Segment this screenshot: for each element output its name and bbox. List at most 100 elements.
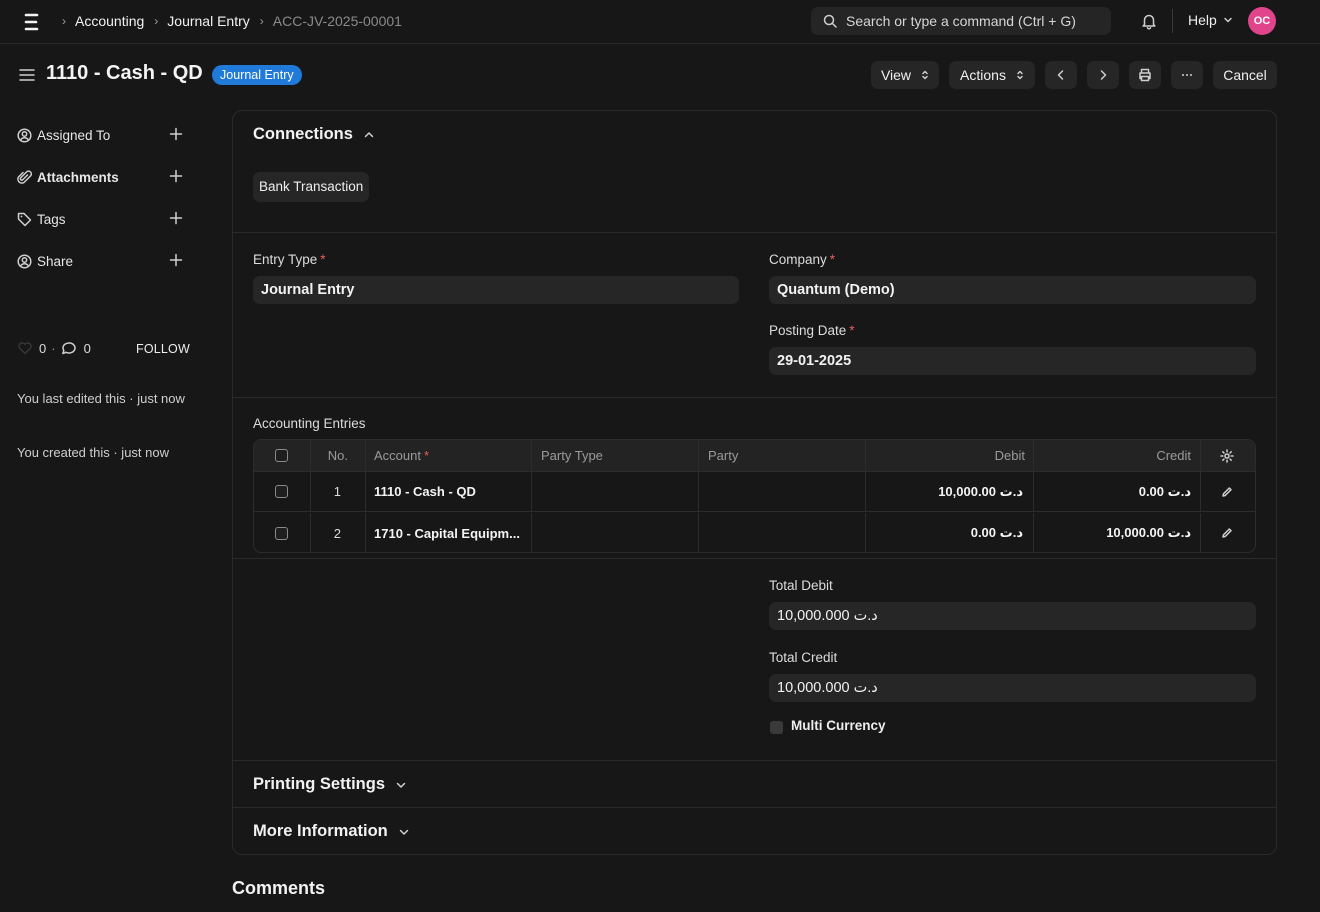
multi-currency-label[interactable]: Multi Currency: [791, 718, 886, 733]
gear-icon: [1220, 448, 1234, 463]
total-credit-field: 10,000.000 د.ت: [769, 674, 1256, 702]
search-input[interactable]: Search or type a command (Ctrl + G): [811, 7, 1111, 35]
updown-chevron-icon: [1017, 70, 1023, 80]
row-checkbox[interactable]: [275, 472, 289, 511]
chevron-down-icon: [1224, 17, 1232, 23]
sidebar-item-label: Share: [37, 253, 74, 269]
row-credit[interactable]: 0.00 د.ت: [1033, 472, 1191, 511]
breadcrumb: › Accounting › Journal Entry › ACC-JV-20…: [58, 0, 402, 42]
app-logo-icon[interactable]: [24, 12, 40, 32]
posting-date-label: Posting Date *: [769, 323, 855, 338]
row-account[interactable]: 1110 - Cash - QD: [374, 472, 524, 511]
company-field[interactable]: Quantum (Demo): [769, 276, 1256, 304]
bank-transaction-link[interactable]: Bank Transaction: [253, 172, 370, 202]
plus-icon[interactable]: [169, 211, 183, 225]
printer-icon: [1139, 68, 1151, 82]
row-credit[interactable]: 10,000.00 د.ت: [1033, 513, 1191, 552]
sidebar-item-label: Attachments: [37, 169, 119, 185]
row-debit[interactable]: 0.00 د.ت: [865, 513, 1023, 552]
row-party[interactable]: [708, 513, 858, 552]
follow-button[interactable]: FOLLOW: [136, 342, 190, 356]
previous-doc-button[interactable]: [1045, 61, 1077, 89]
share-user-icon: [17, 253, 32, 269]
posting-date-field[interactable]: 29-01-2025: [769, 347, 1256, 375]
chevron-right-icon: ›: [62, 14, 66, 28]
sidebar-item-assigned-to[interactable]: Assigned To: [17, 125, 183, 145]
company-label: Company *: [769, 252, 836, 267]
chevron-right-icon: ›: [259, 14, 264, 28]
actions-button[interactable]: Actions: [949, 61, 1035, 89]
chevron-right-icon: ›: [154, 14, 159, 28]
table-row[interactable]: 1 1110 - Cash - QD 10,000.00 د.ت 0.00 د.…: [254, 472, 1255, 512]
breadcrumb-accounting[interactable]: Accounting: [75, 13, 144, 29]
section-divider: [233, 558, 1276, 559]
col-header-party: Party: [708, 448, 739, 463]
search-placeholder: Search or type a command (Ctrl + G): [846, 13, 1076, 29]
heart-icon[interactable]: [17, 340, 33, 356]
section-divider: [233, 232, 1276, 233]
updown-chevron-icon: [922, 70, 928, 80]
sidebar-item-tags[interactable]: Tags: [17, 209, 183, 229]
breadcrumb-current-doc[interactable]: ACC-JV-2025-00001: [273, 13, 402, 29]
entry-type-select[interactable]: Journal Entry: [253, 276, 739, 304]
column-settings-button[interactable]: [1220, 440, 1236, 471]
col-header-debit: Debit: [994, 448, 1025, 463]
chevron-down-icon: [396, 782, 406, 788]
comment-icon[interactable]: [61, 340, 77, 356]
avatar[interactable]: OC: [1248, 7, 1276, 35]
view-button[interactable]: View: [871, 61, 939, 89]
row-edit-button[interactable]: [1221, 513, 1233, 552]
more-options-button[interactable]: [1171, 61, 1203, 89]
sidebar-item-attachments[interactable]: Attachments: [17, 167, 183, 187]
multi-currency-checkbox[interactable]: [770, 721, 783, 734]
total-debit-field: 10,000.000 د.ت: [769, 602, 1256, 630]
printing-settings-section-toggle[interactable]: Printing Settings: [253, 775, 407, 794]
comments-title: Comments: [232, 878, 326, 898]
plus-icon[interactable]: [169, 127, 183, 141]
page-title: 1110 - Cash - QD: [46, 62, 203, 84]
row-no: 1: [333, 484, 341, 499]
top-navbar: › Accounting › Journal Entry › ACC-JV-20…: [0, 0, 1320, 44]
notification-bell-icon[interactable]: [1140, 12, 1158, 30]
plus-icon[interactable]: [169, 169, 183, 183]
row-party-type[interactable]: [541, 513, 691, 552]
col-header-credit: Credit: [1156, 448, 1191, 463]
more-information-title: More Information: [253, 822, 388, 840]
row-debit[interactable]: 10,000.00 د.ت: [865, 472, 1023, 511]
chevron-up-icon: [364, 131, 374, 137]
accounting-entries-table: No. Account * Party Type Party Debit Cred…: [253, 439, 1256, 553]
row-account[interactable]: 1710 - Capital Equipm...: [374, 513, 524, 552]
chevron-down-icon: [399, 829, 408, 835]
breadcrumb-journal-entry[interactable]: Journal Entry: [167, 13, 249, 29]
col-header-account: Account *: [374, 448, 430, 463]
more-information-section-toggle[interactable]: More Information: [253, 822, 410, 841]
sidebar-item-share[interactable]: Share: [17, 251, 183, 271]
table-row[interactable]: 2 1710 - Capital Equipm... 0.00 د.ت 10,0…: [254, 513, 1255, 552]
comments-count: 0: [83, 340, 91, 356]
row-edit-button[interactable]: [1221, 472, 1233, 511]
select-all-checkbox[interactable]: [275, 440, 289, 471]
section-divider: [233, 397, 1276, 398]
total-credit-label: Total Credit: [769, 650, 838, 665]
table-header: No. Account * Party Type Party Debit Cred…: [254, 440, 1255, 472]
likes-comments-counter: 0 · 0: [17, 340, 91, 356]
print-button[interactable]: [1129, 61, 1161, 89]
last-edited-text: You last edited this · just now: [17, 391, 185, 406]
view-button-label: View: [880, 67, 912, 83]
total-debit-label: Total Debit: [769, 578, 833, 593]
connections-section-toggle[interactable]: Connections: [253, 125, 375, 144]
plus-icon[interactable]: [169, 253, 183, 267]
next-doc-button[interactable]: [1087, 61, 1119, 89]
row-party-type[interactable]: [541, 472, 691, 511]
created-text: You created this · just now: [17, 445, 169, 460]
cancel-button[interactable]: Cancel: [1213, 61, 1277, 89]
row-party[interactable]: [708, 472, 858, 511]
status-badge: Journal Entry: [212, 65, 302, 85]
navbar-divider: [1172, 9, 1173, 33]
sidebar-toggle-icon[interactable]: [19, 67, 35, 83]
help-dropdown[interactable]: Help: [1188, 12, 1233, 28]
printing-settings-title: Printing Settings: [253, 775, 385, 793]
chevron-left-icon: [1057, 70, 1064, 80]
col-header-party-type: Party Type: [541, 448, 603, 463]
row-checkbox[interactable]: [275, 513, 289, 552]
